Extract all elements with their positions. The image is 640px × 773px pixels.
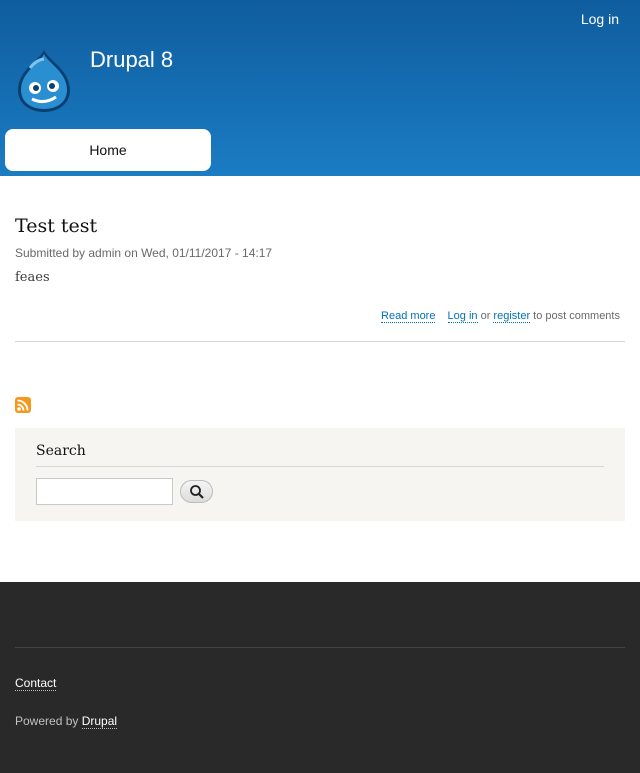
magnifier-icon: [190, 485, 204, 499]
content-divider: [15, 341, 625, 342]
register-link[interactable]: register: [493, 310, 531, 323]
footer-divider: [15, 647, 625, 648]
node-links: Read more Log in or register to post com…: [381, 310, 620, 323]
drupal-logo-icon[interactable]: [14, 48, 74, 114]
site-footer: Contact Powered by Drupal: [0, 582, 640, 773]
powered-by-text: Powered by: [15, 714, 79, 728]
login-comment-link[interactable]: Log in: [447, 310, 478, 323]
tab-home[interactable]: Home: [5, 129, 211, 171]
contact-link[interactable]: Contact: [15, 676, 57, 691]
submitted-info: Submitted by admin on Wed, 01/11/2017 - …: [15, 246, 273, 260]
read-more-link[interactable]: Read more: [381, 310, 436, 323]
site-name[interactable]: Drupal 8: [90, 47, 173, 73]
search-button[interactable]: [180, 480, 213, 503]
site-header: Log in Drupal 8 Home: [0, 0, 640, 176]
post-comments-text: to post comments: [533, 310, 620, 322]
node-body: feaes: [15, 270, 50, 285]
login-link[interactable]: Log in: [581, 11, 619, 27]
search-divider: [36, 466, 604, 467]
or-text: or: [480, 310, 491, 322]
search-input[interactable]: [36, 478, 173, 505]
powered-by: Powered by Drupal: [15, 714, 118, 729]
rss-feed-icon[interactable]: [15, 397, 31, 413]
node-title[interactable]: Test test: [15, 215, 97, 237]
drupal-link[interactable]: Drupal: [81, 714, 118, 729]
search-title: Search: [36, 443, 86, 459]
search-block: Search: [15, 428, 625, 521]
